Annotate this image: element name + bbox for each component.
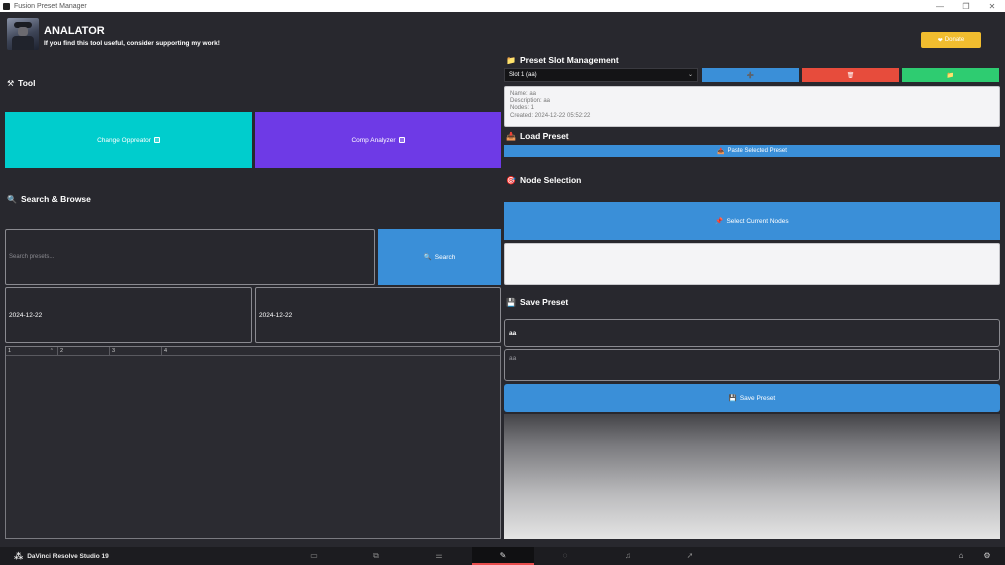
node-section-title: 🎯 Node Selection [506,175,582,185]
load-section-title: 📥 Load Preset [506,131,569,141]
slot-info-box: Name: aa Description: aa Nodes: 1 Create… [504,86,1000,127]
edit-page-icon[interactable]: ⚌ [433,550,445,562]
color-page-icon[interactable]: ◌ [559,550,571,562]
donate-button[interactable]: ❤ Donate [921,32,981,48]
chevron-down-icon: ⌄ [687,72,693,78]
paste-preset-button[interactable]: 📥 Paste Selected Preset [504,145,1000,157]
save-icon: 💾 [506,297,516,307]
presets-table[interactable]: 1 ⌃ 2 3 4 [5,346,501,539]
column-header-4[interactable]: 4 [162,347,214,355]
resolve-brand: ⁂ DaVinci Resolve Studio 19 [14,551,109,561]
tools-icon: ⚒ [7,78,15,88]
paste-icon: 📥 [717,148,725,155]
search-button[interactable]: 🔍 Search [378,229,501,285]
fairlight-page-icon[interactable]: ♫ [622,550,634,562]
plus-icon: ➕ [746,72,755,79]
save-section-title: 💾 Save Preset [506,297,569,307]
slot-info-description: Description: aa [510,98,551,105]
deliver-page-icon[interactable]: ➚ [684,550,696,562]
fusion-page-icon[interactable]: ✎ [497,550,509,562]
date-from-field[interactable]: 2024-12-22 [5,287,252,343]
folder-open-icon: 📁 [946,72,955,79]
inbox-icon: 📥 [506,131,516,141]
preview-area [504,414,1000,539]
delete-slot-button[interactable]: 🗑 [802,68,899,82]
maximize-button[interactable]: ❐ [953,2,979,11]
slot-info-name: Name: aa [510,91,537,97]
change-operator-button[interactable]: Change Oppreator [5,112,252,168]
slot-dropdown[interactable]: Slot 1 (aa) ⌄ [504,68,698,82]
preset-name-input[interactable]: aa [504,319,1000,347]
resolve-logo-icon: ⁂ [14,551,24,561]
search-input[interactable]: Search presets... [5,229,375,285]
cut-page-icon[interactable]: ⧉ [370,550,382,562]
support-message: If you find this tool useful, consider s… [44,40,220,47]
save-preset-button[interactable]: 💾 Save Preset [504,384,1000,412]
column-header-3[interactable]: 3 [110,347,162,355]
slot-info-created: Created: 2024-12-22 05:52:22 [510,112,591,119]
avatar [7,18,39,50]
search-icon: 🔍 [7,194,17,204]
folder-icon: 📁 [506,55,516,65]
floppy-icon: 💾 [728,395,737,402]
settings-icon[interactable]: ⚙ [981,550,993,562]
donate-label: Donate [944,37,965,43]
search-section-title: 🔍 Search & Browse [7,194,91,204]
media-page-icon[interactable]: ▭ [308,550,320,562]
app-name: ANALATOR [44,25,105,37]
close-button[interactable]: ✕ [979,2,1005,11]
resolve-page-bar: ⁂ DaVinci Resolve Studio 19 ▭ ⧉ ⚌ ✎ ◌ ♫ … [0,547,1005,565]
column-header-2[interactable]: 2 [58,347,110,355]
slot-section-title: 📁 Preset Slot Management [506,55,619,65]
home-icon[interactable]: ⌂ [955,550,967,562]
slot-info-nodes: Nodes: 1 [510,105,535,112]
app-icon [3,2,10,10]
date-to-field[interactable]: 2024-12-22 [255,287,501,343]
sort-asc-icon: ⌃ [49,348,54,354]
preset-description-input[interactable]: aa [504,349,1000,381]
open-slot-button[interactable]: 📁 [902,68,999,82]
pin-icon: 📌 [715,218,724,225]
window-title: Fusion Preset Manager [14,2,87,10]
analyzer-icon [398,137,405,143]
minimize-button[interactable]: — [927,2,953,11]
column-header-1[interactable]: 1 ⌃ [6,347,58,355]
search-button-icon: 🔍 [423,254,432,261]
window-titlebar: Fusion Preset Manager — ❐ ✕ [0,0,1005,12]
comp-analyzer-button[interactable]: Comp Analyzer [255,112,501,168]
trash-icon: 🗑 [846,72,855,79]
target-icon: 🎯 [506,175,516,185]
selected-nodes-list [504,243,1000,285]
search-placeholder: Search presets... [9,254,55,260]
operator-icon [153,137,160,143]
tool-section-title: ⚒ Tool [7,78,36,88]
heart-icon: ❤ [937,37,943,44]
add-slot-button[interactable]: ➕ [702,68,799,82]
select-nodes-button[interactable]: 📌 Select Current Nodes [504,202,1000,240]
table-header: 1 ⌃ 2 3 4 [6,347,500,356]
